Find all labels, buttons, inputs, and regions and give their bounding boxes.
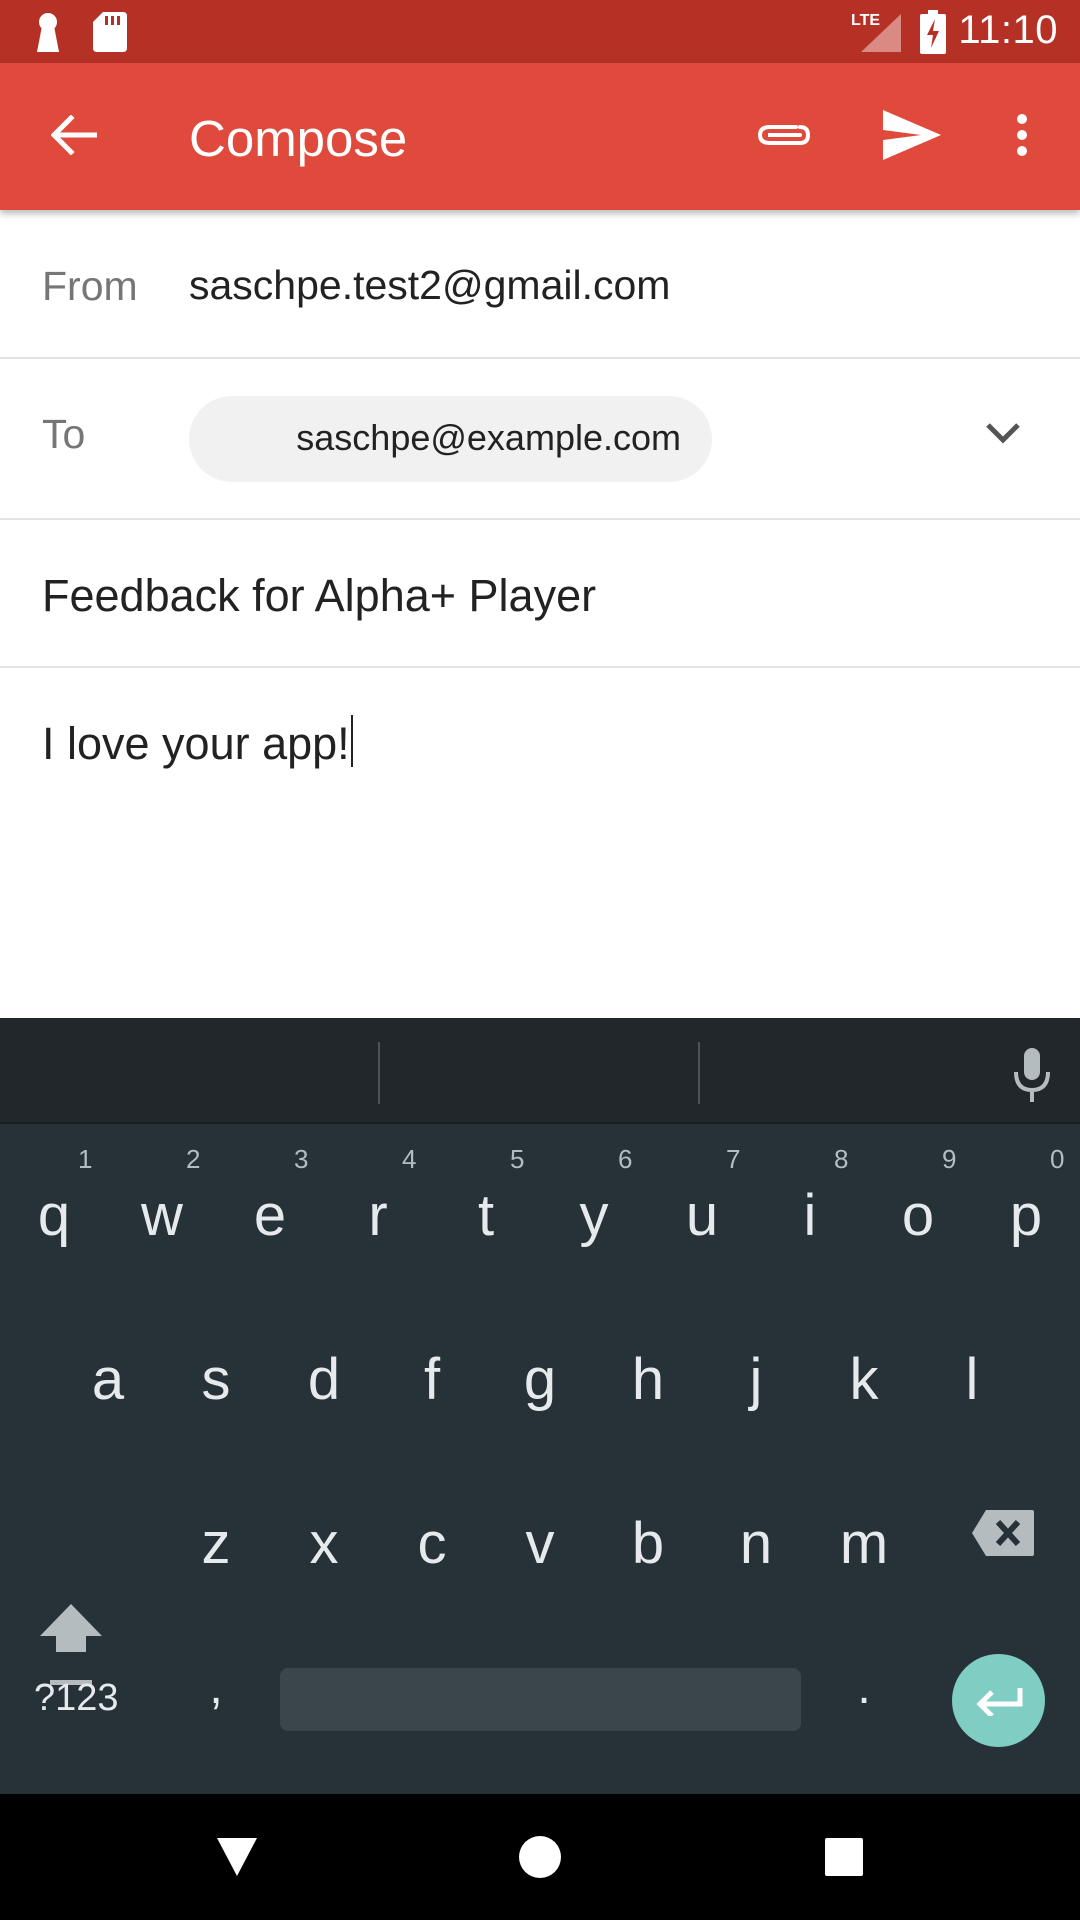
recipient-chip[interactable]: saschpe@example.com [189, 396, 712, 482]
recents-square-icon [825, 1838, 863, 1876]
strip-divider [378, 1042, 380, 1104]
key-n[interactable]: n [702, 1510, 810, 1577]
key-hint-3: 3 [294, 1144, 309, 1174]
page-title: Compose [189, 110, 408, 167]
sd-card-icon [93, 12, 127, 57]
subject-row: Feedback for Alpha+ Player [0, 520, 1080, 668]
key-hint-5: 5 [510, 1144, 525, 1174]
attach-button[interactable] [740, 93, 828, 181]
key-v[interactable]: v [486, 1510, 594, 1577]
message-body-area[interactable]: I love your app! [0, 668, 1080, 1018]
home-circle-icon [519, 1836, 561, 1878]
back-button[interactable] [30, 93, 118, 181]
key-l[interactable]: l [918, 1346, 1026, 1413]
key-t[interactable]: t [432, 1182, 540, 1249]
to-row: To saschpe@example.com [0, 359, 1080, 520]
from-account-selector[interactable]: saschpe.test2@gmail.com [189, 262, 670, 309]
expand-recipients-button[interactable] [985, 421, 1021, 450]
microphone-icon [1014, 1048, 1050, 1102]
navigation-bar [0, 1794, 1080, 1920]
key-o[interactable]: o [864, 1182, 972, 1249]
key-hint-8: 8 [834, 1144, 849, 1174]
message-body-input[interactable]: I love your app! [42, 715, 353, 770]
send-button[interactable] [868, 93, 956, 181]
key-i[interactable]: i [756, 1182, 864, 1249]
voice-input-button[interactable] [1012, 1048, 1052, 1107]
key-hint-4: 4 [402, 1144, 417, 1174]
key-b[interactable]: b [594, 1510, 702, 1577]
to-label: To [42, 411, 86, 457]
key-s[interactable]: s [162, 1346, 270, 1413]
nav-home-button[interactable] [505, 1822, 575, 1892]
key-p[interactable]: p [972, 1182, 1080, 1249]
key-h[interactable]: h [594, 1346, 702, 1413]
key-a[interactable]: a [54, 1346, 162, 1413]
signal-icon [861, 14, 901, 57]
text-cursor [350, 715, 353, 767]
key-g[interactable]: g [486, 1346, 594, 1413]
from-row: From saschpe.test2@gmail.com [0, 210, 1080, 359]
soft-keyboard: q 1w 2e 3r 4t 5y 6u 7i 8o 9p 0 asdfghjkl zxcvbnm ?… [0, 1018, 1080, 1794]
app-bar: Compose [0, 63, 1080, 210]
suggestion-strip [0, 1018, 1080, 1124]
key-k[interactable]: k [810, 1346, 918, 1413]
comma-key[interactable]: , [198, 1660, 234, 1715]
key-hint-1: 1 [78, 1144, 93, 1174]
key-r[interactable]: r [324, 1182, 432, 1249]
back-arrow-icon [50, 113, 98, 160]
key-f[interactable]: f [378, 1346, 486, 1413]
subject-input[interactable]: Feedback for Alpha+ Player [42, 570, 596, 622]
key-d[interactable]: d [270, 1346, 378, 1413]
message-body-text: I love your app! [42, 718, 350, 769]
status-time: 11:10 [958, 8, 1058, 52]
space-bar[interactable] [280, 1668, 801, 1731]
key-c[interactable]: c [378, 1510, 486, 1577]
status-bar: LTE 11:10 [0, 0, 1080, 63]
nav-recents-button[interactable] [809, 1822, 879, 1892]
strip-divider [698, 1042, 700, 1104]
key-y[interactable]: y [540, 1182, 648, 1249]
period-key[interactable]: . [846, 1660, 882, 1715]
backspace-icon [972, 1510, 1034, 1556]
key-j[interactable]: j [702, 1346, 810, 1413]
overflow-menu-button[interactable] [978, 93, 1066, 181]
chevron-down-icon [986, 423, 1020, 444]
battery-charging-icon [920, 10, 946, 59]
keyhole-icon [34, 12, 62, 57]
key-m[interactable]: m [810, 1510, 918, 1577]
key-z[interactable]: z [162, 1510, 270, 1577]
overflow-menu-icon [1016, 113, 1028, 162]
send-icon [883, 109, 941, 165]
key-hint-0: 0 [1050, 1144, 1065, 1174]
key-hint-2: 2 [186, 1144, 201, 1174]
paperclip-icon [756, 119, 812, 156]
key-hint-7: 7 [726, 1144, 741, 1174]
backspace-key[interactable] [970, 1508, 1036, 1563]
key-e[interactable]: e [216, 1182, 324, 1249]
key-q[interactable]: q [0, 1182, 108, 1249]
key-x[interactable]: x [270, 1510, 378, 1577]
from-label: From [42, 263, 138, 309]
key-w[interactable]: w [108, 1182, 216, 1249]
recipient-chip-label: saschpe@example.com [296, 417, 681, 458]
enter-key[interactable] [952, 1654, 1045, 1747]
symbols-key[interactable]: ?123 [34, 1677, 119, 1720]
key-hint-6: 6 [618, 1144, 633, 1174]
key-u[interactable]: u [648, 1182, 756, 1249]
enter-arrow-icon [975, 1687, 1022, 1716]
nav-back-button[interactable] [202, 1822, 272, 1892]
back-triangle-icon [217, 1838, 257, 1876]
key-hint-9: 9 [942, 1144, 957, 1174]
